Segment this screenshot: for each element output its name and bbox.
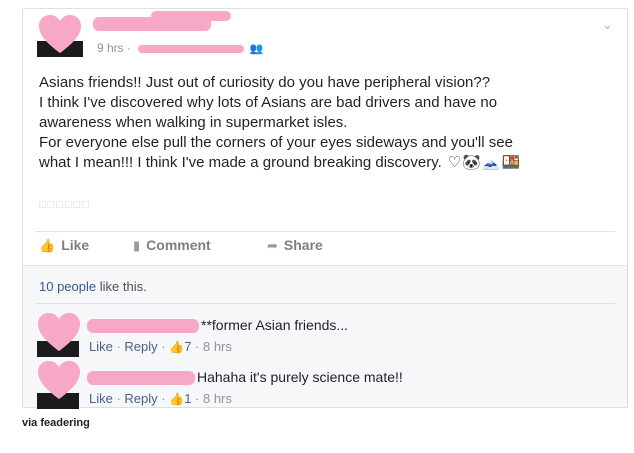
comment-avatar[interactable] [37,313,81,357]
redaction-heart [38,313,80,351]
comment-avatar[interactable] [37,361,81,409]
share-arrow-icon: ➦ [267,238,278,253]
separator: · [157,339,170,354]
comment-time[interactable]: 8 hrs [203,339,232,354]
like-label: Like [61,237,90,253]
location-redaction [138,44,245,53]
thumbs-up-icon: 👍 [169,392,185,406]
friends-icon[interactable]: 👥 [250,43,264,55]
comment-item: **former Asian friends... Like · Reply ·… [37,313,597,359]
thumbs-up-icon: 👍 [39,238,56,253]
likers-link[interactable]: 10 people [39,279,96,294]
comment-actions: Like · Reply · 👍7 · 8 hrs [89,339,232,354]
post-timestamp[interactable]: 9 hrs · [97,41,131,55]
comment-time[interactable]: 8 hrs [203,391,232,406]
comment-actions: Like · Reply · 👍1 · 8 hrs [89,391,232,406]
redaction-heart [38,361,80,399]
author-name-redaction-top [151,11,231,21]
placeholder-boxes: □□□□□□ [39,199,91,211]
comment-reply-link[interactable]: Reply [124,339,157,354]
post-line-last: what I mean!!! I think I've made a groun… [39,153,599,173]
post-line: Asians friends!! Just out of curiosity d… [39,74,491,91]
emoji-row: ♡🐼🗻🍱 [447,154,522,171]
divider [35,231,615,232]
chevron-down-icon[interactable]: ⌄ [602,17,613,33]
avatar[interactable] [37,15,83,57]
post-body: Asians friends!! Just out of curiosity d… [39,73,599,173]
source-credit: via feadering [22,417,90,429]
comment-item: Hahaha it's purely science mate!! Like ·… [37,361,597,411]
post-line: I think I've discovered why lots of Asia… [39,94,498,111]
divider [35,303,615,304]
comment-reply-link[interactable]: Reply [124,391,157,406]
comment-text: Hahaha it's purely science mate!! [197,369,403,385]
redaction-heart [39,15,81,53]
speech-bubble-icon: ▮ [133,238,141,253]
thumbs-up-icon: 👍 [169,340,185,354]
separator: · [112,339,125,354]
separator: · [191,391,203,406]
comment-button[interactable]: ▮ Comment [133,237,211,254]
share-button[interactable]: ➦ Share [267,237,323,254]
post-meta: 9 hrs · 👥 [97,41,263,55]
post-header: 9 hrs · 👥 [37,11,437,59]
comment-like-link[interactable]: Like [89,391,113,406]
share-label: Share [283,237,323,253]
post-card: ⌄ 9 hrs · 👥 Asians friends!! Just out of… [22,8,628,411]
post-line: what I mean!!! I think I've made a groun… [39,154,442,171]
likes-summary-text: like this. [96,279,147,294]
commenter-name-redaction [87,319,199,333]
post-line: awareness when walking in supermarket is… [39,114,348,131]
separator: · [112,391,125,406]
commenter-name-redaction [87,371,195,385]
likes-summary: 10 people like this. [39,279,147,294]
comment-text: **former Asian friends... [201,317,349,333]
post-line: For everyone else pull the corners of yo… [39,134,513,151]
like-button[interactable]: 👍 Like [39,237,89,254]
comment-label: Comment [146,237,211,253]
separator: · [157,391,170,406]
comment-like-link[interactable]: Like [89,339,113,354]
separator: · [191,339,203,354]
